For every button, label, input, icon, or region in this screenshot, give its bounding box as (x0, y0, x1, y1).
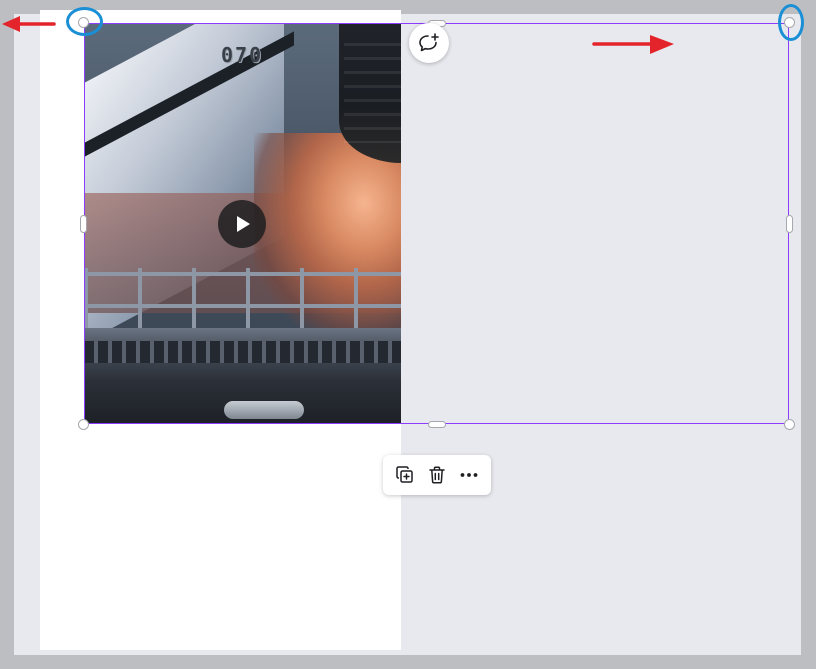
more-icon (460, 473, 478, 477)
resize-handle-top-right[interactable] (784, 17, 795, 28)
add-comment-icon (419, 33, 439, 52)
resize-handle-bottom-right[interactable] (784, 419, 795, 430)
delete-button[interactable] (423, 461, 451, 489)
resize-handle-top-left[interactable] (78, 17, 89, 28)
play-button[interactable] (218, 200, 266, 248)
add-comment-button[interactable] (409, 23, 449, 63)
element-toolbar (383, 455, 491, 495)
trash-icon (429, 466, 445, 484)
more-options-button[interactable] (455, 461, 483, 489)
resize-handle-bottom-left[interactable] (78, 419, 89, 430)
duplicate-icon (396, 466, 413, 483)
resize-handle-left[interactable] (80, 215, 87, 233)
play-icon (237, 216, 250, 232)
resize-handle-right[interactable] (786, 215, 793, 233)
resize-handle-bottom[interactable] (428, 421, 446, 428)
video-overlay-text: 070 (221, 43, 264, 67)
duplicate-button[interactable] (391, 461, 419, 489)
